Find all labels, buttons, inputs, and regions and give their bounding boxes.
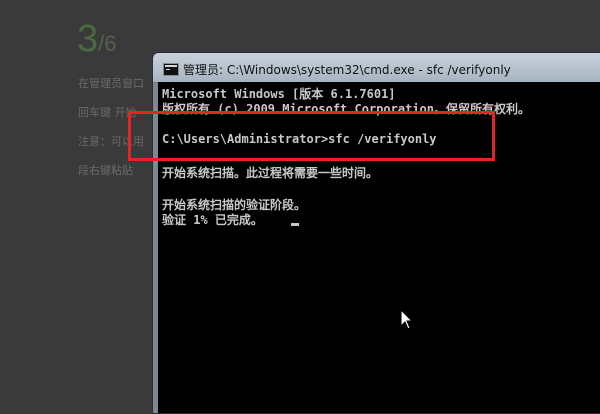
step-number: 3 bbox=[77, 18, 99, 60]
step-indicator: 3/6 bbox=[77, 18, 117, 61]
console-line: 开始系统扫描。此过程将需要一些时间。 bbox=[162, 166, 379, 180]
mouse-pointer-icon bbox=[400, 309, 414, 330]
window-title: 管理员: C:\Windows\system32\cmd.exe - sfc /… bbox=[183, 63, 511, 77]
step-total: /6 bbox=[98, 31, 117, 56]
instruction-line: 段右键粘贴 bbox=[78, 164, 133, 177]
instruction-line: 在管理员窗口 bbox=[78, 77, 144, 90]
text-cursor bbox=[291, 223, 299, 226]
window-titlebar[interactable]: 管理员: C:\Windows\system32\cmd.exe - sfc /… bbox=[153, 53, 600, 83]
command-highlight-box bbox=[128, 111, 495, 161]
cmd-icon[interactable] bbox=[163, 63, 179, 76]
console-progress-line: 验证 1% 已完成。 bbox=[162, 213, 263, 227]
cmd-window[interactable]: 管理员: C:\Windows\system32\cmd.exe - sfc /… bbox=[152, 52, 600, 414]
